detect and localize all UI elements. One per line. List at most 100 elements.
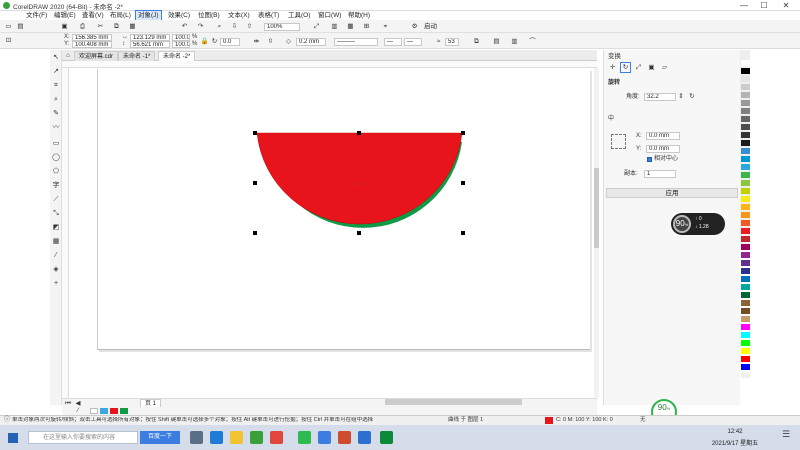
- menu-help[interactable]: 帮助(H): [346, 11, 372, 20]
- position-tab-icon[interactable]: ✛: [608, 63, 617, 72]
- eyedropper-icon[interactable]: ⁄: [52, 252, 60, 260]
- palette-swatch[interactable]: [741, 300, 750, 306]
- menu-file[interactable]: 文件(F): [24, 11, 49, 20]
- interactive-fill-icon[interactable]: ◈: [52, 266, 60, 274]
- rotation-icon[interactable]: ↻: [210, 37, 219, 46]
- palette-swatch[interactable]: [741, 92, 750, 98]
- network-speed-widget[interactable]: 90% ↑ 0 ↓ 1.28: [671, 213, 725, 235]
- palette-swatch[interactable]: [741, 116, 750, 122]
- angle-spinner-icon[interactable]: ⇕: [678, 92, 684, 101]
- rotate-tab-icon[interactable]: ↻: [620, 62, 631, 73]
- palette-swatch[interactable]: [741, 108, 750, 114]
- app-blue2-icon[interactable]: [358, 431, 371, 444]
- palette-swatch[interactable]: [741, 332, 750, 338]
- full-screen-icon[interactable]: ⤢: [312, 22, 321, 31]
- app-red-icon[interactable]: [270, 431, 283, 444]
- watermelon-flesh[interactable]: [256, 132, 463, 225]
- skew-tab-icon[interactable]: ▱: [660, 63, 669, 72]
- rotation-angle-field[interactable]: 0.0: [220, 38, 240, 46]
- artistic-media-icon[interactable]: 〰: [52, 124, 60, 132]
- palette-swatch[interactable]: [741, 84, 750, 90]
- size-tab-icon[interactable]: ▣: [647, 63, 656, 72]
- convert-curves-icon[interactable]: ⌒: [528, 37, 537, 46]
- height-field[interactable]: 56.621 mm: [130, 41, 170, 48]
- palette-swatch[interactable]: [741, 228, 750, 234]
- palette-swatch[interactable]: [741, 148, 750, 154]
- menu-effects[interactable]: 效果(C): [166, 11, 192, 20]
- add-tool-icon[interactable]: +: [52, 280, 60, 288]
- rectangle-tool-icon[interactable]: ▭: [52, 140, 60, 148]
- palette-swatch[interactable]: [741, 212, 750, 218]
- center-x-field[interactable]: 0.0 mm: [646, 132, 680, 140]
- anchor-grid-icon[interactable]: [611, 134, 626, 149]
- nodes-count-field[interactable]: 53: [445, 38, 459, 46]
- vertical-scroll-thumb[interactable]: [594, 168, 599, 248]
- to-back-icon[interactable]: ▥: [510, 37, 519, 46]
- palette-swatch[interactable]: [741, 124, 750, 130]
- palette-swatch[interactable]: [741, 276, 750, 282]
- app-orange-icon[interactable]: [338, 431, 351, 444]
- palette-swatch[interactable]: [741, 260, 750, 266]
- menu-view[interactable]: 查看(V): [80, 11, 106, 20]
- transparency-tool-icon[interactable]: ▦: [52, 238, 60, 246]
- coreldraw-taskbar-icon[interactable]: [380, 431, 393, 444]
- edge-icon[interactable]: [210, 431, 223, 444]
- options-gear-icon[interactable]: ⚙: [410, 22, 419, 31]
- baidu-search-button[interactable]: 百度一下: [140, 431, 180, 444]
- paste-icon[interactable]: ▦: [128, 22, 137, 31]
- palette-swatch[interactable]: [741, 340, 750, 346]
- palette-swatch[interactable]: [741, 68, 750, 74]
- smoothing-icon[interactable]: ≈: [434, 37, 443, 46]
- to-front-icon[interactable]: ▤: [492, 37, 501, 46]
- rotate-direction-icon[interactable]: ↻: [688, 92, 696, 101]
- copy-icon[interactable]: ⧉: [112, 22, 121, 31]
- menu-text[interactable]: 文本(X): [226, 11, 252, 20]
- palette-swatch[interactable]: [741, 132, 750, 138]
- tab-untitled-2[interactable]: 未命名 -2*: [158, 51, 196, 61]
- swatch-white[interactable]: [90, 408, 98, 414]
- text-tool-icon[interactable]: 字: [52, 182, 60, 190]
- import-icon[interactable]: ⇩: [230, 22, 239, 31]
- freehand-tool-icon[interactable]: ✎: [52, 110, 60, 118]
- menu-object[interactable]: 对象(J): [135, 10, 162, 21]
- palette-swatch[interactable]: [741, 292, 750, 298]
- vertical-ruler[interactable]: [62, 68, 69, 400]
- print-icon[interactable]: ⎙: [78, 22, 87, 31]
- explorer-icon[interactable]: [230, 431, 243, 444]
- watermelon-drawing[interactable]: ×: [240, 120, 480, 250]
- launch-button[interactable]: 启动: [424, 22, 454, 31]
- swatch-red[interactable]: [110, 408, 118, 414]
- wrap-text-icon[interactable]: ⧉: [472, 37, 481, 46]
- guidelines-icon[interactable]: ⊞: [362, 22, 371, 31]
- pick-tool-icon[interactable]: ↖: [52, 54, 60, 62]
- swatch-green[interactable]: [120, 408, 128, 414]
- menu-table[interactable]: 表格(T): [256, 11, 281, 20]
- object-origin-icon[interactable]: ⊡: [4, 36, 13, 45]
- palette-swatch[interactable]: [741, 220, 750, 226]
- palette-swatch[interactable]: [741, 244, 750, 250]
- line-style-select[interactable]: ———: [334, 38, 378, 46]
- close-icon[interactable]: ✕: [778, 0, 794, 11]
- angle-field[interactable]: 32.2: [644, 93, 676, 101]
- swatch-blue[interactable]: [100, 408, 108, 414]
- palette-swatch[interactable]: [741, 100, 750, 106]
- relative-center-checkbox[interactable]: [647, 157, 652, 162]
- vertical-scrollbar[interactable]: [594, 68, 599, 398]
- menu-tools[interactable]: 工具(O): [286, 11, 312, 20]
- ellipse-tool-icon[interactable]: ◯: [52, 154, 60, 162]
- app-green-icon[interactable]: [250, 431, 263, 444]
- palette-swatch[interactable]: [741, 140, 750, 146]
- center-y-field[interactable]: 0.0 mm: [646, 145, 680, 153]
- palette-swatch[interactable]: [741, 180, 750, 186]
- save-icon[interactable]: ▣: [60, 22, 69, 31]
- tab-welcome[interactable]: 欢迎屏幕.cdr: [74, 51, 119, 61]
- menu-edit[interactable]: 编辑(E): [52, 11, 78, 20]
- palette-swatch[interactable]: [741, 308, 750, 314]
- eyedropper-small-icon[interactable]: ⁄: [74, 407, 82, 414]
- scale-height-field[interactable]: 100.0: [172, 41, 190, 48]
- cut-icon[interactable]: ✂: [96, 22, 105, 31]
- maximize-icon[interactable]: ☐: [756, 0, 772, 11]
- copies-field[interactable]: 1: [644, 170, 676, 178]
- zoom-level-select[interactable]: 100%: [264, 23, 300, 31]
- menu-layout[interactable]: 布局(L): [108, 11, 133, 20]
